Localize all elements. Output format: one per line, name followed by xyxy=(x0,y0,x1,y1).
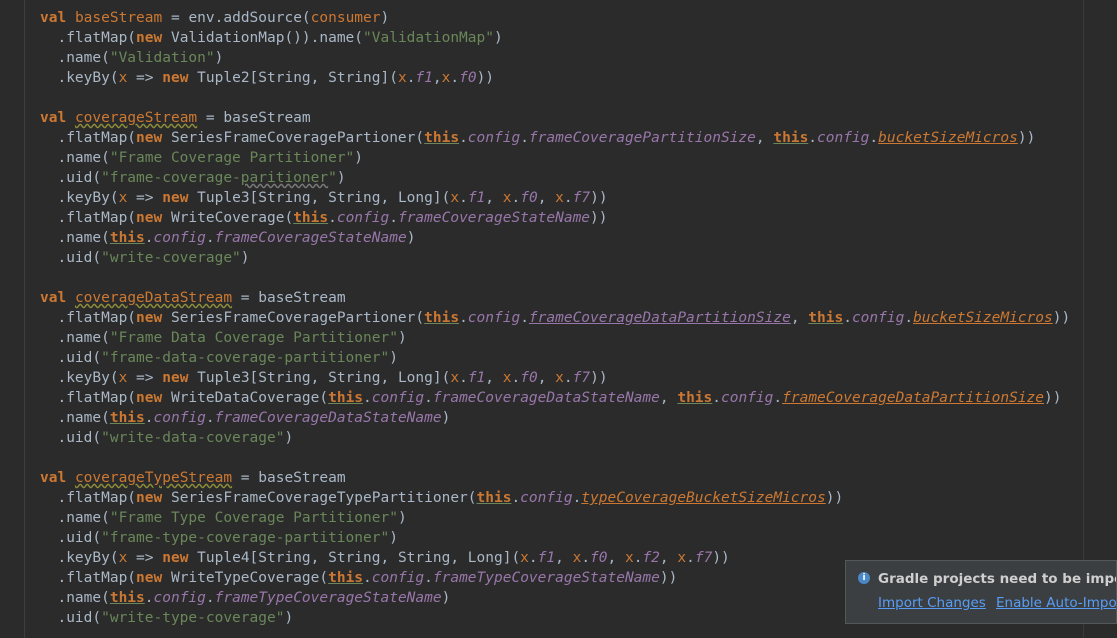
code-line[interactable]: .name("Frame Data Coverage Partitioner") xyxy=(40,328,1070,348)
code-line[interactable]: .name("Frame Type Coverage Partitioner") xyxy=(40,508,1070,528)
code-line[interactable]: .keyBy(x => new Tuple3[String, String, L… xyxy=(40,368,1070,388)
code-line[interactable]: .keyBy(x => new Tuple3[String, String, L… xyxy=(40,188,1070,208)
code-line[interactable]: .flatMap(new SeriesFrameCoverageTypePart… xyxy=(40,488,1070,508)
enable-auto-import-link[interactable]: Enable Auto-Import xyxy=(996,595,1116,611)
gradle-import-notification: i Gradle projects need to be imported Im… xyxy=(845,560,1117,624)
code-line[interactable]: val baseStream = env.addSource(consumer) xyxy=(40,8,1070,28)
code-line[interactable]: val coverageTypeStream = baseStream xyxy=(40,468,1070,488)
right-margin-guide xyxy=(1083,0,1084,638)
code-line[interactable]: .uid("write-coverage") xyxy=(40,248,1070,268)
code-line[interactable] xyxy=(40,268,1070,288)
code-line[interactable]: .name(this.config.frameCoverageStateName… xyxy=(40,228,1070,248)
code-line[interactable]: .flatMap(new SeriesFrameCoveragePartione… xyxy=(40,128,1070,148)
code-line[interactable]: .name(this.config.frameCoverageDataState… xyxy=(40,408,1070,428)
code-line[interactable]: .flatMap(new ValidationMap()).name("Vali… xyxy=(40,28,1070,48)
code-line[interactable]: .name("Frame Coverage Partitioner") xyxy=(40,148,1070,168)
info-icon: i xyxy=(858,572,870,584)
code-line[interactable]: .keyBy(x => new Tuple2[String, String](x… xyxy=(40,68,1070,88)
code-line[interactable]: .flatMap(new SeriesFrameCoveragePartione… xyxy=(40,308,1070,328)
code-editor[interactable]: val baseStream = env.addSource(consumer)… xyxy=(0,0,1117,638)
code-line[interactable] xyxy=(40,448,1070,468)
code-line[interactable]: .uid("frame-coverage-paritioner") xyxy=(40,168,1070,188)
code-line[interactable]: .name("Validation") xyxy=(40,48,1070,68)
gutter-divider xyxy=(24,0,25,638)
code-line[interactable]: val coverageDataStream = baseStream xyxy=(40,288,1070,308)
code-line[interactable]: .uid("frame-data-coverage-partitioner") xyxy=(40,348,1070,368)
code-line[interactable]: .uid("frame-type-coverage-partitioner") xyxy=(40,528,1070,548)
code-area[interactable]: val baseStream = env.addSource(consumer)… xyxy=(40,8,1070,628)
import-changes-link[interactable]: Import Changes xyxy=(878,595,986,611)
code-line[interactable]: val coverageStream = baseStream xyxy=(40,108,1070,128)
code-line[interactable]: .uid("write-data-coverage") xyxy=(40,428,1070,448)
code-line[interactable]: .flatMap(new WriteDataCoverage(this.conf… xyxy=(40,388,1070,408)
code-line[interactable] xyxy=(40,88,1070,108)
code-line[interactable]: .flatMap(new WriteCoverage(this.config.f… xyxy=(40,208,1070,228)
notification-title: Gradle projects need to be imported xyxy=(878,571,1116,587)
